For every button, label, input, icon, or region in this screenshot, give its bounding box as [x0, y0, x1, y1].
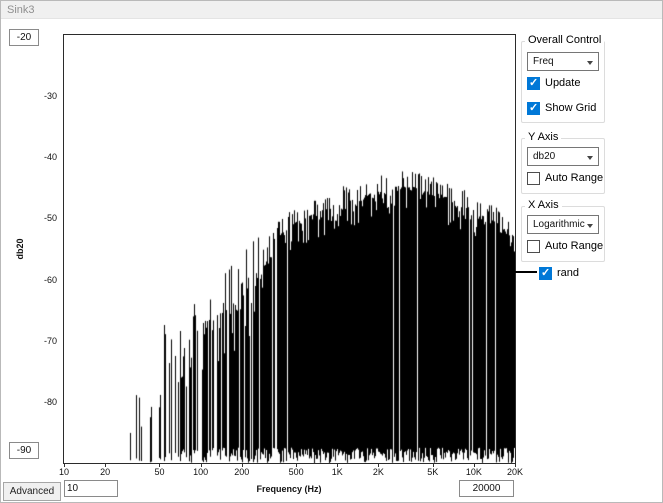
- y-auto-range-checkbox-label: Auto Range: [545, 172, 603, 184]
- title-bar: Sink3: [1, 1, 662, 19]
- overall-control-dropdown[interactable]: Freq: [527, 52, 599, 71]
- show-grid-checkbox[interactable]: [527, 102, 540, 115]
- y-tick-label: -60: [29, 275, 57, 285]
- x-auto-range-check-row: Auto Range: [527, 239, 603, 253]
- plot-area[interactable]: [63, 34, 516, 464]
- x-tick-label: 50: [154, 467, 164, 477]
- update-check-row: Update: [527, 76, 580, 90]
- x-tick-mark: [296, 464, 297, 467]
- window-title: Sink3: [7, 4, 35, 16]
- x-axis-dropdown[interactable]: Logarithmic: [527, 215, 599, 234]
- y-min-field[interactable]: [9, 442, 39, 459]
- x-tick-mark: [159, 464, 160, 467]
- x-tick-mark: [337, 464, 338, 467]
- legend-series-label: rand: [557, 267, 579, 279]
- chevron-down-icon: [587, 224, 593, 228]
- y-auto-range-checkbox[interactable]: [527, 172, 540, 185]
- x-tick-mark: [64, 464, 65, 467]
- x-tick-mark: [105, 464, 106, 467]
- y-max-field[interactable]: [9, 29, 39, 46]
- x-tick-label: 20: [100, 467, 110, 477]
- y-tick-label: -80: [29, 397, 57, 407]
- x-tick-label: 1K: [332, 467, 343, 477]
- y-tick-label: -70: [29, 336, 57, 346]
- x-auto-range-checkbox[interactable]: [527, 240, 540, 253]
- x-tick-mark: [474, 464, 475, 467]
- legend-row: rand: [539, 266, 579, 280]
- x-tick-mark: [515, 464, 516, 467]
- y-auto-range-check-row: Auto Range: [527, 171, 603, 185]
- x-min-field[interactable]: [64, 480, 118, 497]
- x-tick-label: 200: [234, 467, 249, 477]
- x-tick-mark: [433, 464, 434, 467]
- noise-spectrum-trace: [64, 35, 515, 463]
- show-grid-checkbox-label: Show Grid: [545, 102, 596, 114]
- x-tick-label: 20K: [507, 467, 523, 477]
- y-axis-dropdown-value: db20: [533, 151, 555, 162]
- update-checkbox[interactable]: [527, 77, 540, 90]
- x-tick-mark: [201, 464, 202, 467]
- y-tick-label: -40: [29, 152, 57, 162]
- chevron-down-icon: [587, 156, 593, 160]
- y-axis-group-title: Y Axis: [525, 131, 561, 144]
- advanced-button[interactable]: Advanced: [3, 482, 61, 501]
- x-tick-mark: [242, 464, 243, 467]
- x-tick-label: 2K: [373, 467, 384, 477]
- legend-line-swatch: [514, 271, 537, 273]
- y-axis-dropdown[interactable]: db20: [527, 147, 599, 166]
- x-axis-dropdown-value: Logarithmic: [533, 219, 585, 230]
- x-tick-label: 10: [59, 467, 69, 477]
- x-tick-label: 500: [289, 467, 304, 477]
- x-tick-mark: [378, 464, 379, 467]
- x-tick-label: 100: [193, 467, 208, 477]
- y-tick-label: -30: [29, 91, 57, 101]
- overall-control-group-title: Overall Control: [525, 34, 604, 47]
- overall-control-dropdown-value: Freq: [533, 56, 554, 67]
- legend-checkbox[interactable]: [539, 267, 552, 280]
- x-max-field[interactable]: [459, 480, 514, 497]
- y-axis-title: db20: [15, 229, 27, 269]
- sink3-window: Sink3 db20 10 20 50 100 200 500 1K 2K 5K 10K 20K -3…: [0, 0, 663, 503]
- chevron-down-icon: [587, 61, 593, 65]
- x-tick-label: 10K: [466, 467, 482, 477]
- x-auto-range-checkbox-label: Auto Range: [545, 240, 603, 252]
- x-tick-label: 5K: [427, 467, 438, 477]
- show-grid-check-row: Show Grid: [527, 101, 596, 115]
- x-axis-title: Frequency (Hz): [231, 484, 347, 494]
- update-checkbox-label: Update: [545, 77, 580, 89]
- x-axis-group-title: X Axis: [525, 199, 562, 212]
- y-tick-label: -50: [29, 213, 57, 223]
